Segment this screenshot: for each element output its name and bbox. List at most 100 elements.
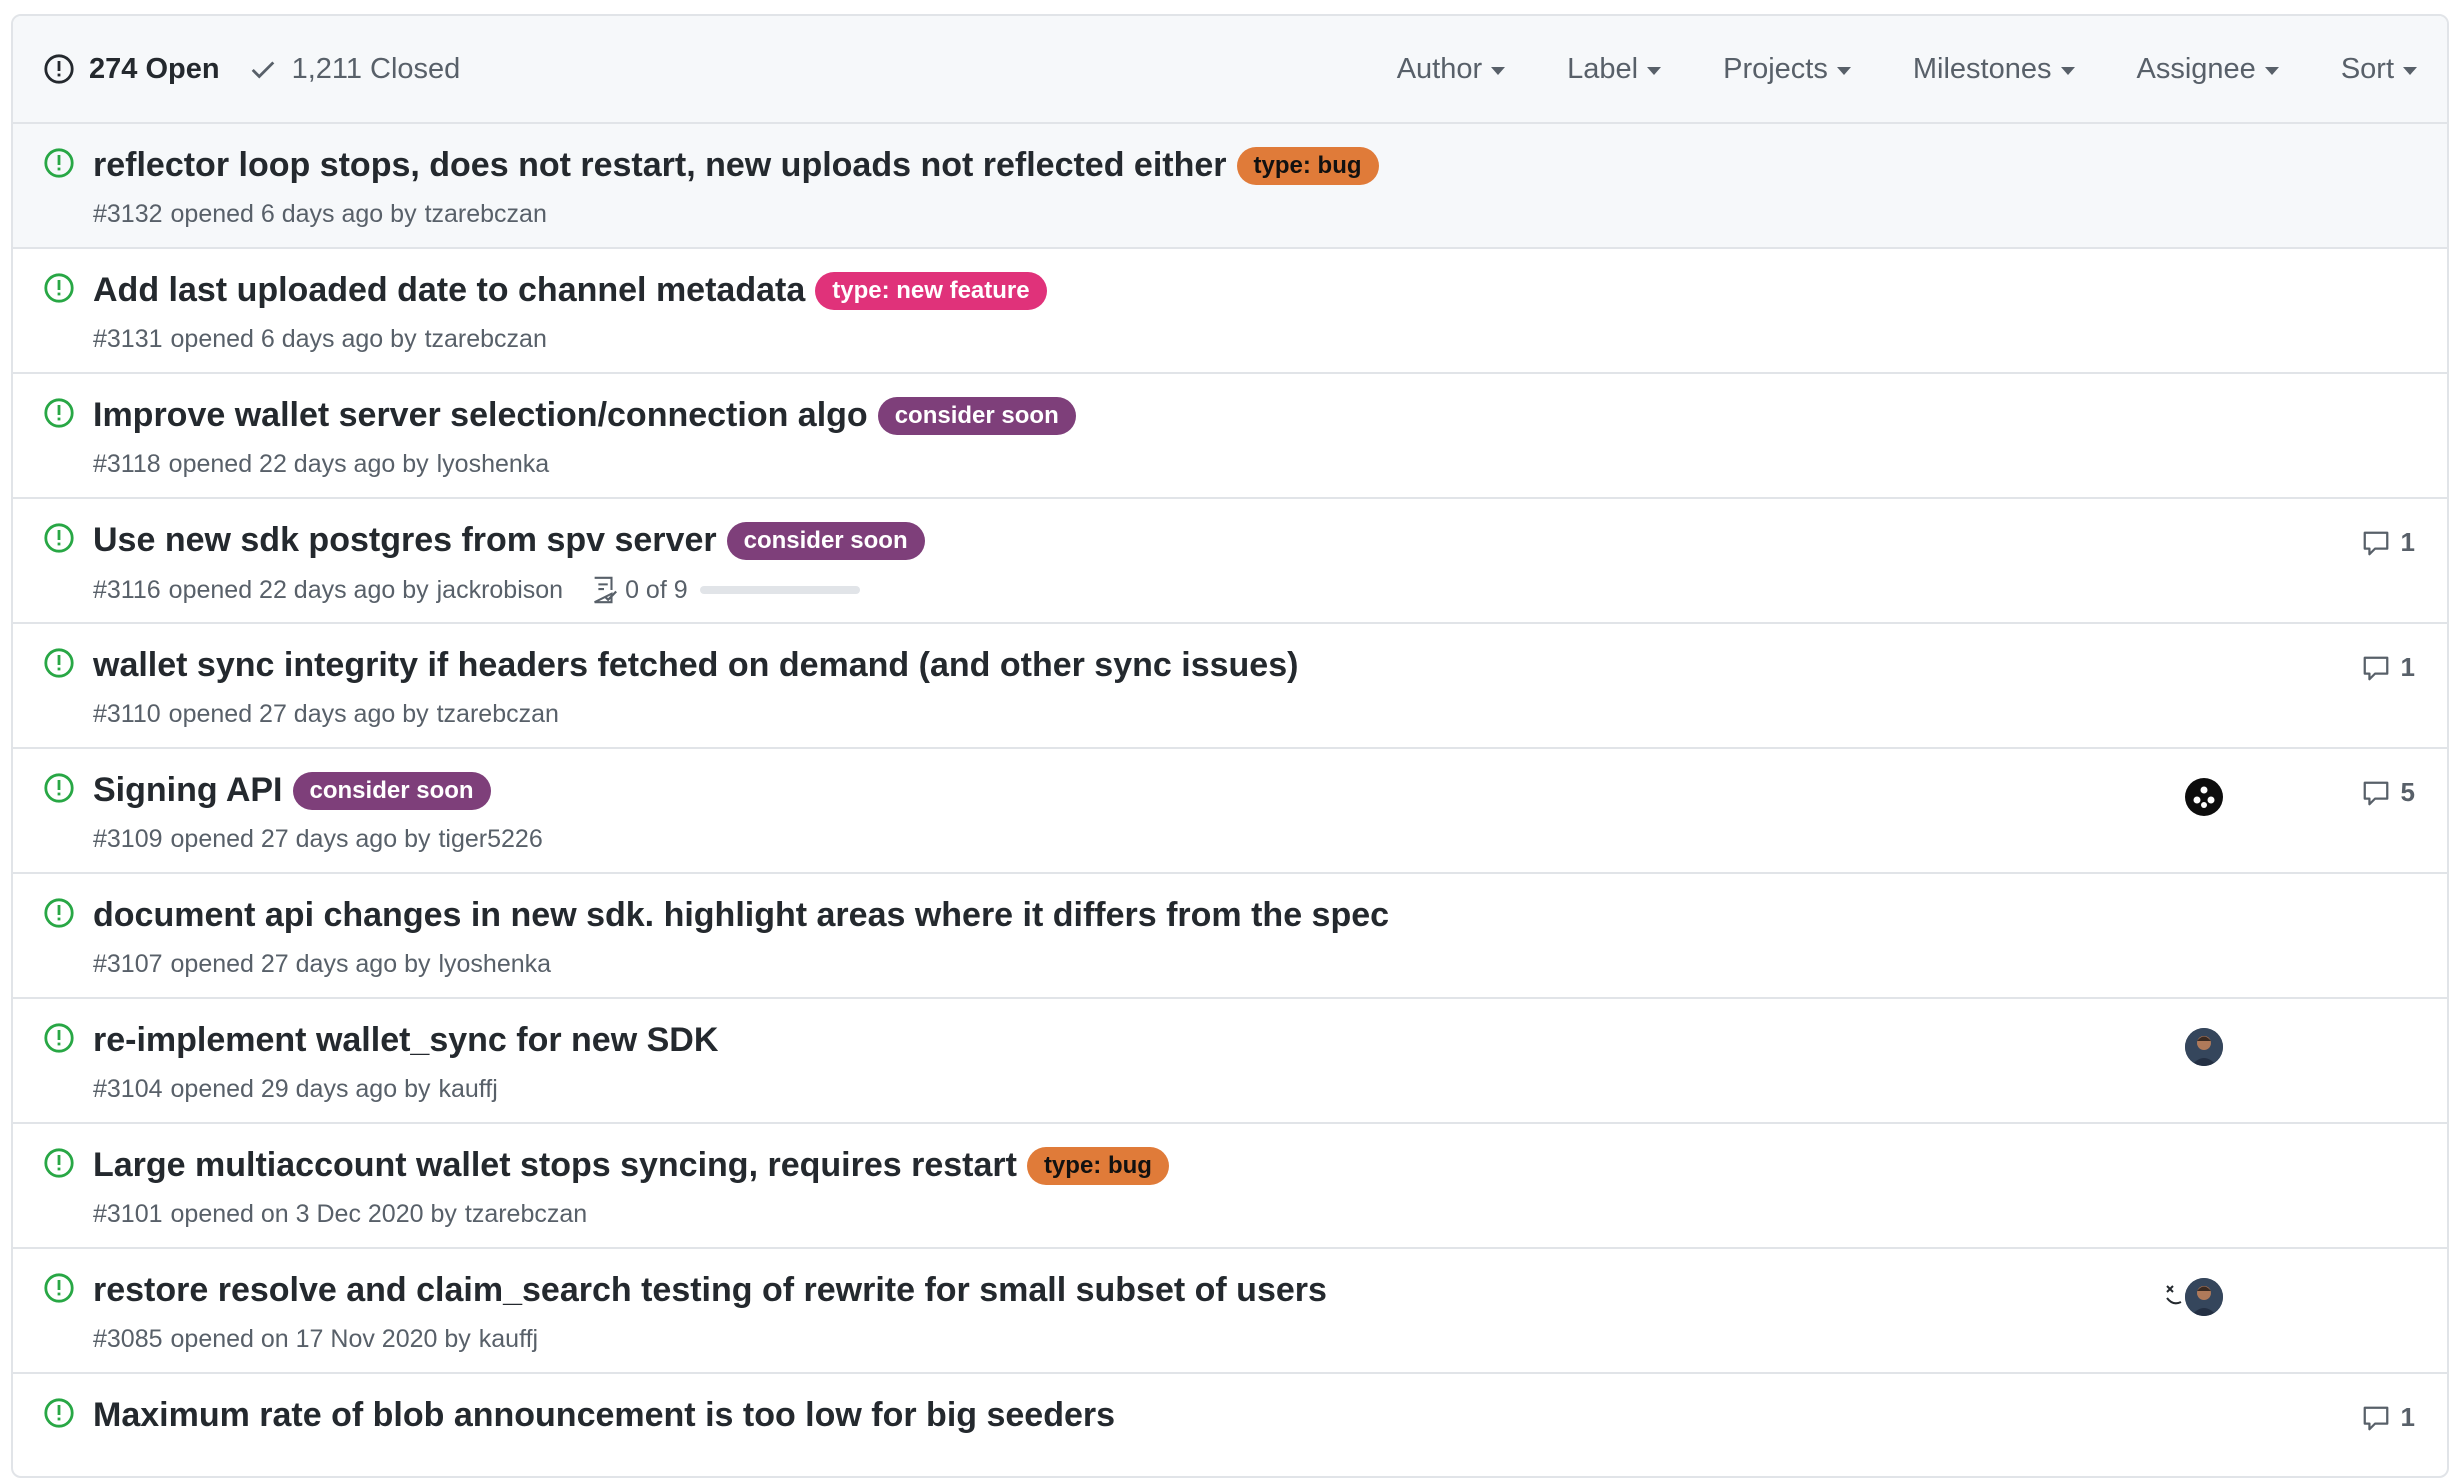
assignee-avatar-secondary[interactable]: [2163, 1278, 2185, 1316]
issue-meta: #3131 opened 6 days ago by tzarebczan: [93, 325, 547, 354]
issue-row[interactable]: reflector loop stops, does not restart, …: [13, 124, 2447, 249]
issue-title[interactable]: Use new sdk postgres from spv server: [93, 521, 717, 560]
label-filter[interactable]: Label: [1567, 53, 1662, 86]
issue-meta: #3118 opened 22 days ago by lyoshenka: [93, 450, 549, 479]
issue-open-icon: [44, 273, 74, 303]
issue-number: #3132: [93, 200, 163, 228]
issue-open-icon: [44, 148, 74, 178]
comment-count-link[interactable]: 1: [2361, 527, 2415, 558]
issue-row[interactable]: restore resolve and claim_search testing…: [13, 1249, 2447, 1374]
issue-number: #3131: [93, 325, 163, 353]
issue-opened: opened on 17 Nov 2020 by: [170, 1325, 471, 1353]
issue-title[interactable]: Large multiaccount wallet stops syncing,…: [93, 1146, 1017, 1185]
issue-meta: #3116 opened 22 days ago by jackrobison …: [93, 575, 860, 605]
label-type-bug[interactable]: type: bug: [1026, 1146, 1169, 1185]
issue-row[interactable]: Improve wallet server selection/connecti…: [13, 374, 2447, 499]
sort-filter[interactable]: Sort: [2341, 53, 2417, 86]
issue-opened: opened 27 days ago by: [170, 950, 431, 978]
issue-open-icon: [44, 1273, 74, 1303]
issue-row[interactable]: Maximum rate of blob announcement is too…: [13, 1374, 2447, 1476]
task-progress[interactable]: 0 of 9: [589, 575, 860, 605]
issue-title[interactable]: reflector loop stops, does not restart, …: [93, 146, 1227, 185]
comment-count: 5: [2400, 777, 2415, 807]
issue-opened: opened 27 days ago by: [168, 700, 429, 728]
assignee-avatar[interactable]: [2185, 1028, 2223, 1066]
issue-author[interactable]: tzarebczan: [425, 325, 547, 354]
issue-meta: #3085 opened on 17 Nov 2020 by kauffj: [93, 1325, 538, 1354]
issue-title[interactable]: restore resolve and claim_search testing…: [93, 1271, 1327, 1310]
comment-count-link[interactable]: 1: [2361, 652, 2415, 683]
issue-author[interactable]: kauffj: [438, 1075, 497, 1104]
issue-author[interactable]: tiger5226: [438, 825, 542, 854]
issue-open-icon: [44, 1398, 74, 1428]
comment-count: 1: [2400, 652, 2415, 682]
issue-author[interactable]: jackrobison: [437, 576, 563, 605]
issue-row[interactable]: wallet sync integrity if headers fetched…: [13, 624, 2447, 749]
caret-down-icon: [2403, 66, 2417, 75]
issue-open-icon: [44, 398, 74, 428]
issue-open-icon: [44, 54, 74, 84]
task-progress-bar: [699, 586, 860, 594]
comment-count-link[interactable]: 5: [2361, 777, 2415, 808]
issue-row[interactable]: re-implement wallet_sync for new SDK #31…: [13, 999, 2447, 1124]
issue-row[interactable]: Use new sdk postgres from spv server con…: [13, 499, 2447, 624]
issue-title[interactable]: wallet sync integrity if headers fetched…: [93, 646, 1298, 685]
issue-number: #3107: [93, 950, 163, 978]
issue-open-icon: [44, 1148, 74, 1178]
issue-row[interactable]: Large multiaccount wallet stops syncing,…: [13, 1124, 2447, 1249]
task-count: 0 of 9: [625, 575, 688, 604]
issue-title[interactable]: Add last uploaded date to channel metada…: [93, 271, 805, 310]
issue-meta: #3104 opened 29 days ago by kauffj: [93, 1075, 498, 1104]
caret-down-icon: [1491, 66, 1506, 75]
issue-meta: #3110 opened 27 days ago by tzarebczan: [93, 700, 559, 729]
issue-opened: opened on 3 Dec 2020 by: [170, 1200, 457, 1228]
comment-count-link[interactable]: 1: [2361, 1402, 2415, 1433]
issue-title[interactable]: Improve wallet server selection/connecti…: [93, 396, 868, 435]
issue-number: #3118: [93, 450, 161, 478]
avatar-sketch-icon: [2166, 1285, 2182, 1305]
comment-icon: [2363, 656, 2388, 680]
comment-count: 1: [2400, 527, 2415, 557]
assignee-avatar[interactable]: [2185, 1278, 2223, 1316]
label-type-new-feature[interactable]: type: new feature: [815, 271, 1047, 310]
issue-open-icon: [44, 898, 74, 928]
milestones-filter[interactable]: Milestones: [1913, 53, 2075, 86]
issue-meta: #3101 opened on 3 Dec 2020 by tzarebczan: [93, 1200, 587, 1229]
label-consider-soon[interactable]: consider soon: [877, 396, 1076, 435]
issue-author[interactable]: tzarebczan: [425, 200, 547, 229]
closed-issues-tab[interactable]: 1,211 Closed: [248, 52, 461, 86]
caret-down-icon: [2264, 66, 2279, 75]
issue-author[interactable]: lyoshenka: [438, 950, 551, 979]
issue-row[interactable]: Add last uploaded date to channel metada…: [13, 249, 2447, 374]
comment-icon: [2363, 531, 2388, 555]
issue-opened: opened 22 days ago by: [168, 575, 429, 604]
issue-title[interactable]: Signing API: [93, 771, 283, 810]
assignee-avatar[interactable]: [2185, 778, 2223, 816]
label-consider-soon[interactable]: consider soon: [726, 521, 925, 560]
avatar-photo-icon: [2185, 1028, 2223, 1066]
issue-title[interactable]: re-implement wallet_sync for new SDK: [93, 1021, 718, 1060]
open-issues-tab[interactable]: 274 Open: [43, 53, 220, 86]
issue-title[interactable]: document api changes in new sdk. highlig…: [93, 896, 1389, 935]
issue-author[interactable]: tzarebczan: [465, 1200, 587, 1229]
issue-opened: opened 6 days ago by: [170, 325, 417, 353]
issue-opened: opened 27 days ago by: [170, 825, 431, 853]
caret-down-icon: [1647, 66, 1662, 75]
label-consider-soon[interactable]: consider soon: [292, 771, 491, 810]
issue-title[interactable]: Maximum rate of blob announcement is too…: [93, 1396, 1115, 1435]
projects-filter[interactable]: Projects: [1723, 53, 1851, 86]
issue-author[interactable]: lyoshenka: [437, 450, 550, 479]
open-count: 274 Open: [89, 52, 220, 85]
issue-author[interactable]: tzarebczan: [437, 700, 559, 729]
assignee-filter[interactable]: Assignee: [2137, 53, 2279, 86]
label-type-bug[interactable]: type: bug: [1236, 146, 1379, 185]
author-filter[interactable]: Author: [1397, 53, 1506, 86]
issue-row[interactable]: Signing API consider soon #3109 opened 2…: [13, 749, 2447, 874]
issue-meta: #3107 opened 27 days ago by lyoshenka: [93, 950, 551, 979]
issue-meta: #3109 opened 27 days ago by tiger5226: [93, 825, 543, 854]
issue-open-icon: [44, 523, 74, 553]
avatar-photo-icon: [2185, 1278, 2223, 1316]
issue-row[interactable]: document api changes in new sdk. highlig…: [13, 874, 2447, 999]
issue-author[interactable]: kauffj: [479, 1325, 538, 1354]
closed-count: 1,211 Closed: [291, 52, 461, 85]
